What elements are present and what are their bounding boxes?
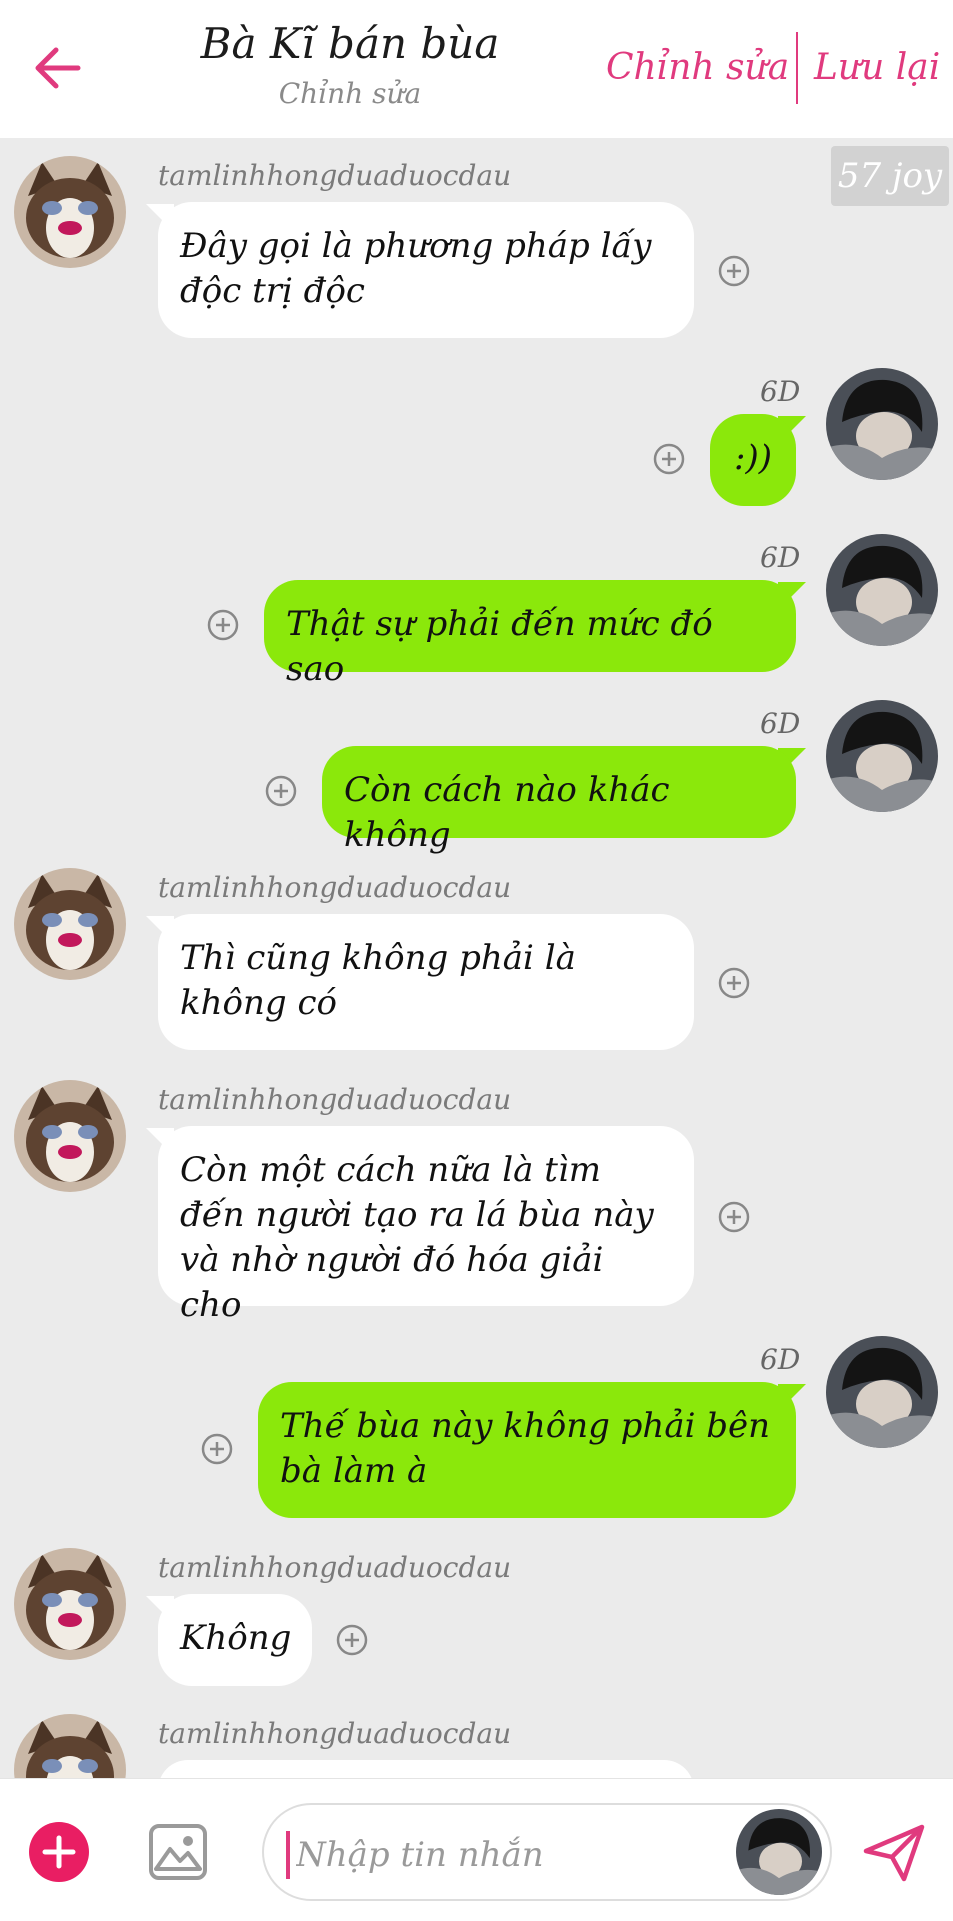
cat-avatar[interactable] bbox=[14, 156, 126, 268]
message-input-box[interactable] bbox=[262, 1803, 832, 1901]
cat-avatar[interactable] bbox=[14, 868, 126, 980]
title-block: Bà Kĩ bán bùa Chỉnh sửa bbox=[140, 14, 560, 112]
plus-circle-outline-icon[interactable] bbox=[652, 442, 686, 476]
user-avatar[interactable] bbox=[826, 1336, 938, 1448]
cat-avatar[interactable] bbox=[14, 1548, 126, 1660]
sender-name: tamlinhhongduaduocdau bbox=[158, 1717, 512, 1750]
plus-circle-outline-icon[interactable] bbox=[200, 1432, 234, 1466]
message-bubble[interactable]: Đây gọi là phương pháp lấy độc trị độc bbox=[158, 202, 694, 338]
send-icon[interactable] bbox=[862, 1821, 926, 1885]
top-bar: Bà Kĩ bán bùa Chỉnh sửa Chỉnh sửa Lưu lạ… bbox=[0, 0, 953, 138]
plus-circle-icon[interactable] bbox=[28, 1821, 90, 1883]
header-divider bbox=[796, 32, 798, 104]
user-avatar[interactable] bbox=[736, 1809, 822, 1895]
sender-name: tamlinhhongduaduocdau bbox=[158, 1083, 512, 1116]
plus-circle-outline-icon[interactable] bbox=[264, 774, 298, 808]
save-button[interactable]: Lưu lại bbox=[814, 44, 940, 92]
my-name: 6D bbox=[760, 375, 801, 408]
message-bubble[interactable]: Còn cách nào khác không bbox=[322, 746, 796, 855]
user-avatar[interactable] bbox=[826, 700, 938, 812]
composer-bar bbox=[0, 1778, 953, 1921]
message-bubble[interactable]: :)) bbox=[710, 414, 796, 506]
sender-name: tamlinhhongduaduocdau bbox=[158, 1551, 512, 1584]
plus-circle-outline-icon[interactable] bbox=[206, 608, 240, 642]
message-bubble[interactable]: Thế bùa này không phải bên bà làm à bbox=[258, 1382, 796, 1518]
message-bubble[interactable]: Còn một cách nữa là tìm đến người tạo ra… bbox=[158, 1126, 694, 1325]
back-arrow-icon[interactable] bbox=[30, 40, 86, 96]
plus-circle-outline-icon[interactable] bbox=[717, 254, 751, 288]
message-bubble[interactable] bbox=[158, 1760, 694, 1778]
sender-name: tamlinhhongduaduocdau bbox=[158, 159, 512, 192]
sender-name: tamlinhhongduaduocdau bbox=[158, 871, 512, 904]
chat-title: Bà Kĩ bán bùa bbox=[200, 19, 500, 68]
cat-avatar[interactable] bbox=[14, 1080, 126, 1192]
cat-avatar[interactable] bbox=[14, 1714, 126, 1778]
message-input[interactable] bbox=[294, 1829, 718, 1881]
my-name: 6D bbox=[760, 707, 801, 740]
message-bubble[interactable]: Thật sự phải đến mức đó sao bbox=[264, 580, 796, 689]
my-name: 6D bbox=[760, 541, 801, 574]
plus-circle-outline-icon[interactable] bbox=[717, 966, 751, 1000]
message-bubble[interactable]: Thì cũng không phải là không có bbox=[158, 914, 694, 1050]
message-bubble[interactable]: Không bbox=[158, 1594, 312, 1686]
user-avatar[interactable] bbox=[826, 534, 938, 646]
chat-area[interactable]: 57 joy tamlinhhongduaduocdau Đây gọi là … bbox=[0, 138, 953, 1778]
my-name: 6D bbox=[760, 1343, 801, 1376]
plus-circle-outline-icon[interactable] bbox=[717, 1200, 751, 1234]
text-cursor bbox=[286, 1831, 290, 1879]
edit-button[interactable]: Chỉnh sửa bbox=[606, 44, 789, 92]
chat-subtitle: Chỉnh sửa bbox=[278, 77, 422, 110]
joy-counter-badge: 57 joy bbox=[831, 146, 949, 206]
user-avatar[interactable] bbox=[826, 368, 938, 480]
image-icon[interactable] bbox=[148, 1823, 208, 1881]
plus-circle-outline-icon[interactable] bbox=[335, 1623, 369, 1657]
